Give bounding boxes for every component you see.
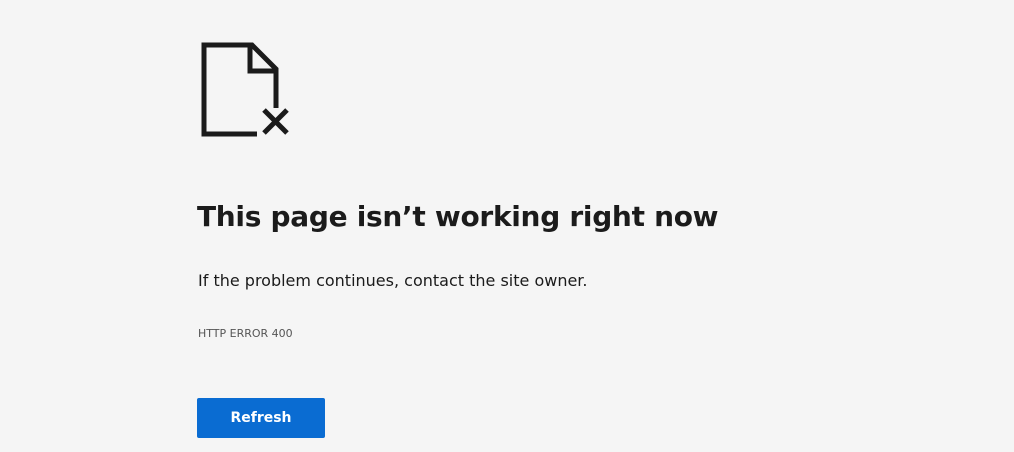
error-page: This page isn’t working right now If the… [0, 0, 1014, 452]
broken-document-icon [200, 42, 292, 138]
error-headline: This page isn’t working right now [197, 200, 719, 233]
refresh-button[interactable]: Refresh [197, 398, 325, 438]
error-code: HTTP ERROR 400 [198, 327, 293, 340]
error-message: If the problem continues, contact the si… [198, 271, 588, 290]
